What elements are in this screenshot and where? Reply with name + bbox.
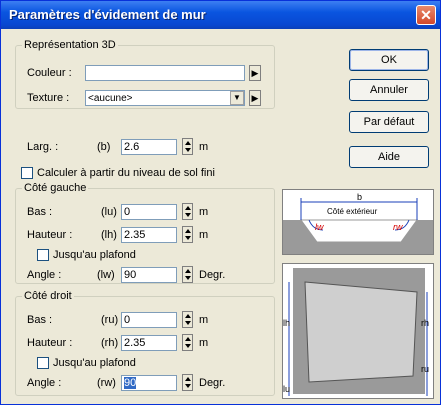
left-angle-unit: Degr. bbox=[199, 269, 226, 281]
wall-recess-dialog: Paramètres d'évidement de mur ✕ Représen… bbox=[0, 0, 441, 405]
width-input[interactable]: 2.6 bbox=[121, 139, 177, 155]
width-spinner[interactable] bbox=[182, 138, 193, 155]
default-button[interactable]: Par défaut bbox=[349, 111, 429, 133]
right-bottom-spinner[interactable] bbox=[182, 311, 193, 328]
right-height-unit: m bbox=[199, 337, 209, 349]
left-angle-spinner[interactable] bbox=[182, 266, 193, 283]
left-angle-input[interactable]: 90 bbox=[121, 267, 177, 283]
left-angle-label: Angle : bbox=[27, 269, 62, 281]
left-bottom-label: Bas : bbox=[27, 206, 53, 218]
right-bottom-input[interactable]: 0 bbox=[121, 312, 177, 328]
calculate-from-floor-checkbox[interactable] bbox=[21, 167, 33, 179]
diagram-rh-label: rh bbox=[421, 318, 429, 328]
dialog-title: Paramètres d'évidement de mur bbox=[9, 7, 206, 22]
diagram-lu-label: lu bbox=[283, 384, 290, 394]
right-arrow-icon: ▶ bbox=[251, 68, 259, 78]
cancel-button[interactable]: Annuler bbox=[349, 79, 429, 101]
diagram-outside-label: Côté extérieur bbox=[327, 207, 378, 216]
right-bottom-label: Bas : bbox=[27, 314, 53, 326]
texture-select[interactable]: <aucune> ▼ bbox=[85, 90, 245, 106]
right-angle-unit: Degr. bbox=[199, 377, 226, 389]
dropdown-arrow-icon[interactable]: ▼ bbox=[230, 91, 244, 105]
calculate-from-floor-label: Calculer à partir du niveau de sol fini bbox=[37, 167, 215, 179]
texture-label: Texture : bbox=[27, 92, 70, 104]
width-label: Larg. : bbox=[27, 141, 59, 153]
wall-section-diagram: b Côté extérieur lw rw bbox=[282, 189, 434, 255]
right-arrow-icon: ▶ bbox=[251, 93, 259, 103]
right-angle-input[interactable]: 90 bbox=[121, 375, 177, 391]
close-icon: ✕ bbox=[420, 7, 432, 23]
close-button[interactable]: ✕ bbox=[416, 5, 436, 25]
wall-section-graphic: b Côté extérieur lw rw bbox=[283, 192, 433, 254]
representation-3d-legend: Représentation 3D bbox=[22, 39, 118, 51]
right-angle-spinner[interactable] bbox=[182, 374, 193, 391]
left-height-unit: m bbox=[199, 229, 209, 241]
right-angle-label: Angle : bbox=[27, 377, 62, 389]
right-bottom-var: (ru) bbox=[101, 314, 119, 326]
left-angle-var: (lw) bbox=[97, 269, 115, 281]
width-var: (b) bbox=[97, 141, 111, 153]
right-to-ceiling-checkbox[interactable] bbox=[37, 357, 49, 369]
texture-picker-button[interactable]: ▶ bbox=[249, 90, 261, 106]
diagram-rw-label: rw bbox=[393, 222, 403, 232]
left-to-ceiling-label: Jusqu'au plafond bbox=[53, 249, 136, 261]
left-bottom-unit: m bbox=[199, 206, 209, 218]
left-height-input[interactable]: 2.35 bbox=[121, 227, 177, 243]
left-bottom-spinner[interactable] bbox=[182, 203, 193, 220]
right-angle-var: (rw) bbox=[97, 377, 116, 389]
right-height-input[interactable]: 2.35 bbox=[121, 335, 177, 351]
title-bar[interactable]: Paramètres d'évidement de mur ✕ bbox=[1, 1, 440, 29]
width-unit: m bbox=[199, 141, 209, 153]
right-to-ceiling-label: Jusqu'au plafond bbox=[53, 357, 136, 369]
diagram-b-label: b bbox=[357, 192, 362, 202]
wall-elevation-diagram: lh rh lu ru bbox=[282, 263, 434, 399]
left-height-var: (lh) bbox=[101, 229, 117, 241]
right-height-label: Hauteur : bbox=[27, 337, 73, 349]
color-label: Couleur : bbox=[27, 67, 72, 79]
diagram-lw-label: lw bbox=[315, 222, 324, 232]
left-side-legend: Côté gauche bbox=[22, 182, 89, 194]
left-height-label: Hauteur : bbox=[27, 229, 73, 241]
ok-button[interactable]: OK bbox=[349, 49, 429, 71]
right-side-legend: Côté droit bbox=[22, 290, 74, 302]
right-height-spinner[interactable] bbox=[182, 334, 193, 351]
diagram-lh-label: lh bbox=[283, 318, 290, 328]
left-to-ceiling-checkbox[interactable] bbox=[37, 249, 49, 261]
left-height-spinner[interactable] bbox=[182, 226, 193, 243]
right-bottom-unit: m bbox=[199, 314, 209, 326]
color-picker-button[interactable]: ▶ bbox=[249, 65, 261, 81]
right-height-var: (rh) bbox=[101, 337, 119, 349]
help-button[interactable]: Aide bbox=[349, 146, 429, 168]
left-bottom-var: (lu) bbox=[101, 206, 117, 218]
color-field[interactable] bbox=[85, 65, 245, 81]
diagram-ru-label: ru bbox=[421, 364, 429, 374]
left-bottom-input[interactable]: 0 bbox=[121, 204, 177, 220]
wall-elevation-graphic: lh rh lu ru bbox=[283, 264, 433, 398]
